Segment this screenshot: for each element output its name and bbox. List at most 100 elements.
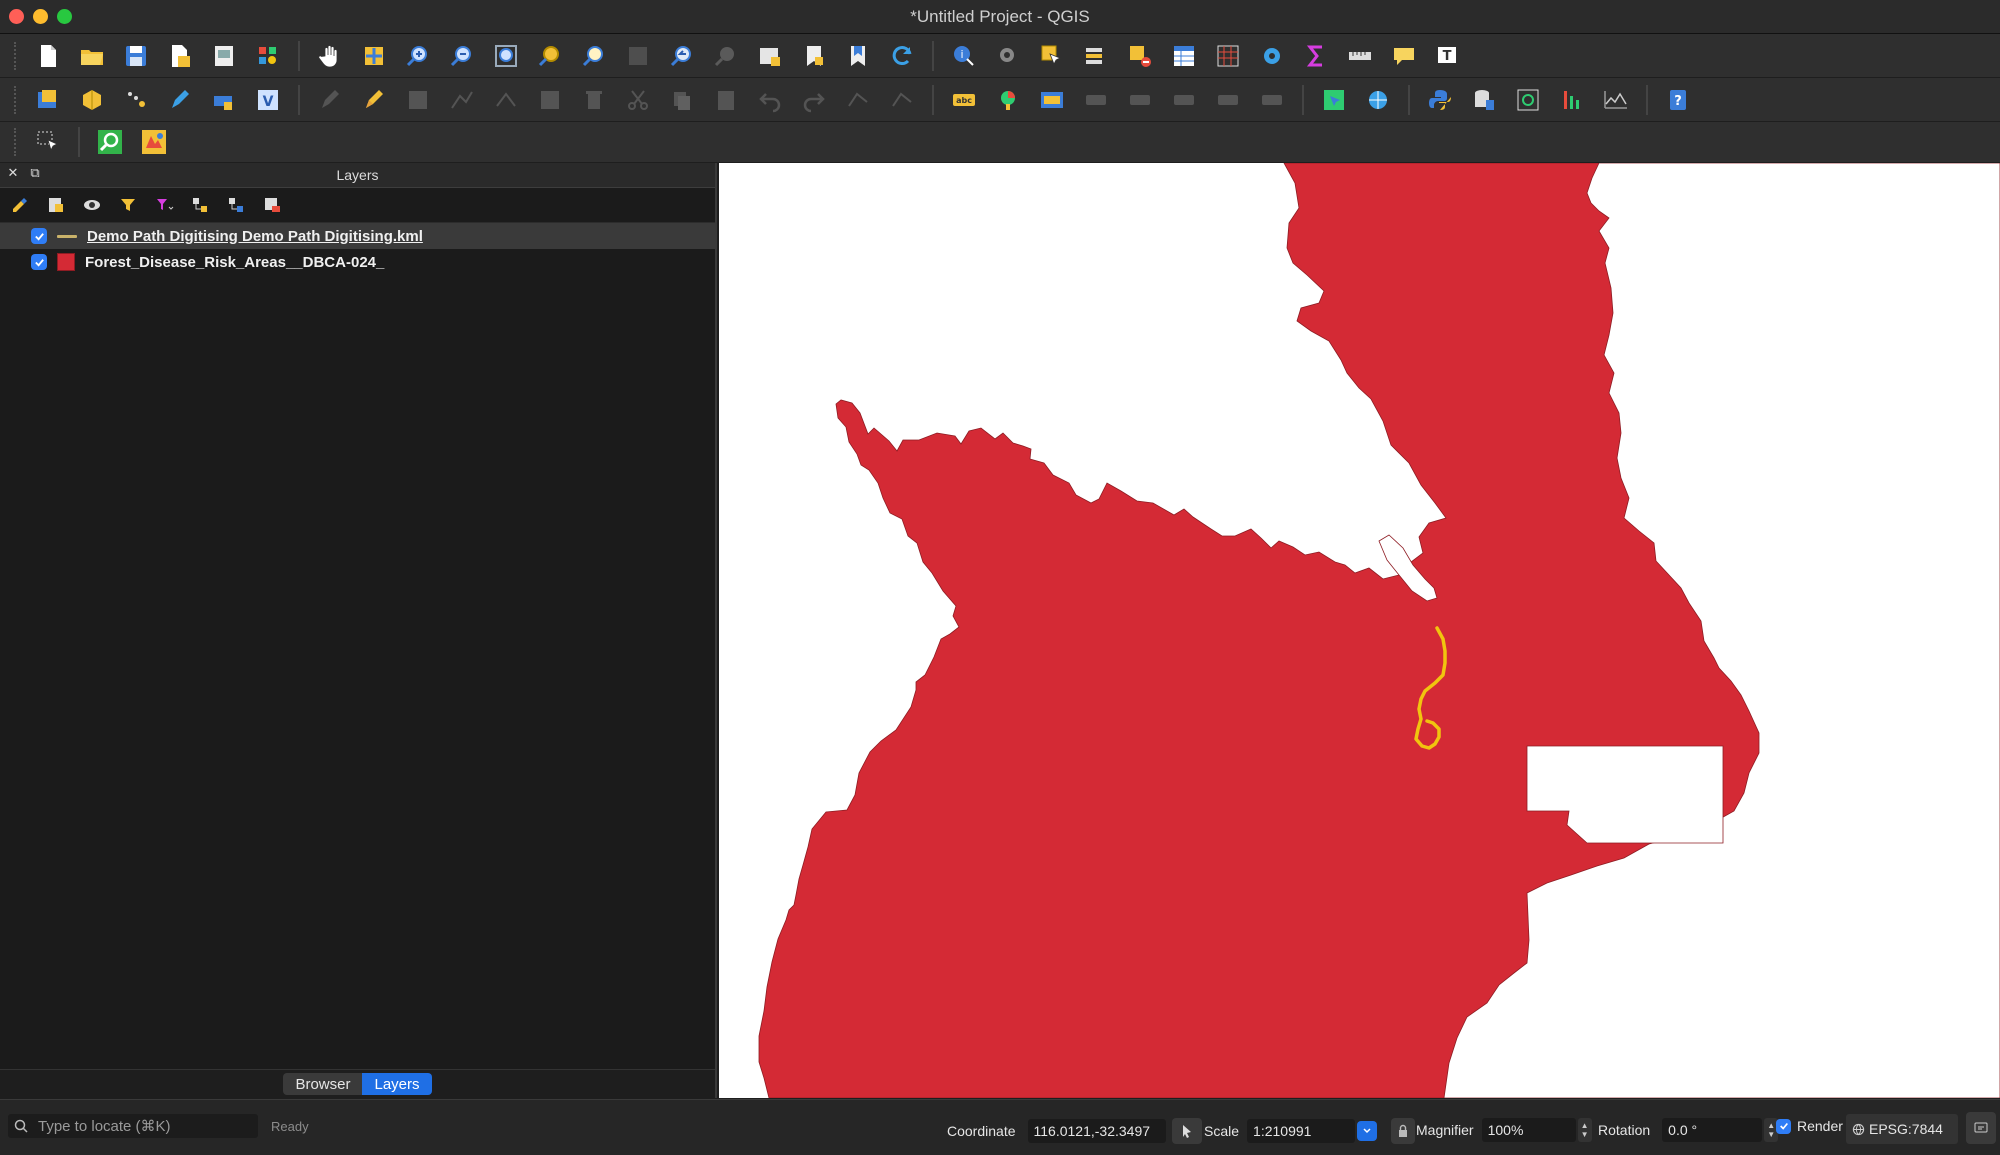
new-geopackage-button[interactable] (74, 82, 110, 118)
refresh-button[interactable] (884, 38, 920, 74)
select-by-value-button[interactable] (1078, 38, 1114, 74)
copy-features-button[interactable] (664, 82, 700, 118)
metasearch-button[interactable] (1360, 82, 1396, 118)
python-console-button[interactable] (1422, 82, 1458, 118)
layer-row-forest-disease[interactable]: Forest_Disease_Risk_Areas__DBCA-024_ (0, 249, 715, 275)
zoom-full-button[interactable] (488, 38, 524, 74)
close-window-button[interactable] (9, 9, 24, 24)
undo-button[interactable] (752, 82, 788, 118)
pan-to-selection-button[interactable] (356, 38, 392, 74)
zoom-to-selection-button[interactable] (532, 38, 568, 74)
print-layout-button[interactable] (206, 38, 242, 74)
render-checkbox[interactable] (1776, 1118, 1791, 1134)
open-project-button[interactable] (74, 38, 110, 74)
shape-digitizing-button[interactable] (884, 82, 920, 118)
digitize-with-segment-button[interactable] (162, 82, 198, 118)
crs-button[interactable]: EPSG:7844 (1846, 1114, 1958, 1144)
maximize-window-button[interactable] (57, 9, 72, 24)
new-bookmark-button[interactable] (796, 38, 832, 74)
cut-features-button[interactable] (620, 82, 656, 118)
new-temporary-layer-button[interactable] (118, 82, 154, 118)
collapse-all-button[interactable] (224, 193, 248, 217)
tab-layers[interactable]: Layers (362, 1073, 432, 1095)
scale-field[interactable]: 1:210991 (1247, 1119, 1356, 1143)
delete-selected-button[interactable] (576, 82, 612, 118)
statistical-summary-button[interactable] (1298, 38, 1334, 74)
virtual-layer-button[interactable]: V (250, 82, 286, 118)
tab-browser[interactable]: Browser (283, 1073, 363, 1095)
rotation-field[interactable]: 0.0 ° (1662, 1118, 1763, 1142)
layer-visibility-checkbox[interactable] (31, 228, 47, 244)
manage-map-themes-button[interactable] (80, 193, 104, 217)
quickmap-plugin-button[interactable] (136, 124, 172, 160)
pan-map-button[interactable] (312, 38, 348, 74)
open-layer-styling-button[interactable] (8, 193, 32, 217)
save-as-button[interactable] (162, 38, 198, 74)
messages-button[interactable] (1966, 1112, 1996, 1144)
layer-visibility-checkbox[interactable] (31, 254, 47, 270)
expand-all-button[interactable] (188, 193, 212, 217)
rotate-label-button[interactable] (1166, 82, 1202, 118)
pin-labels-button[interactable] (1034, 82, 1070, 118)
layer-row-demo-path[interactable]: Demo Path Digitising Demo Path Digitisin… (0, 223, 715, 249)
save-edits-button[interactable] (400, 82, 436, 118)
toggle-editing-button[interactable] (356, 82, 392, 118)
current-edits-button[interactable] (312, 82, 348, 118)
close-panel-icon[interactable]: ✕ (6, 165, 20, 180)
layer-diagram-button[interactable] (990, 82, 1026, 118)
profile-tool-button[interactable] (1598, 82, 1634, 118)
scale-dropdown-button[interactable] (1357, 1121, 1378, 1141)
locate-plugin-button[interactable] (92, 124, 128, 160)
lock-scale-button[interactable] (1391, 1118, 1416, 1144)
select-tool-button[interactable] (30, 124, 66, 160)
new-project-button[interactable] (30, 38, 66, 74)
help-button[interactable]: ? (1660, 82, 1696, 118)
vertex-tool-button[interactable] (488, 82, 524, 118)
zoom-out-button[interactable] (444, 38, 480, 74)
minimize-window-button[interactable] (33, 9, 48, 24)
remove-layer-button[interactable] (260, 193, 284, 217)
field-calculator-button[interactable] (1210, 38, 1246, 74)
elevation-profile-button[interactable] (1554, 82, 1590, 118)
magnifier-spinner[interactable]: ▲ ▼ (1577, 1118, 1592, 1142)
new-map-view-button[interactable] (752, 38, 788, 74)
measure-line-button[interactable] (1342, 38, 1378, 74)
move-label-button[interactable] (1122, 82, 1158, 118)
save-project-button[interactable] (118, 38, 154, 74)
zoom-to-layer-button[interactable] (576, 38, 612, 74)
modify-attributes-button[interactable] (532, 82, 568, 118)
show-bookmarks-button[interactable] (840, 38, 876, 74)
filter-legend-button[interactable] (116, 193, 140, 217)
processing-toolbox-button[interactable] (1254, 38, 1290, 74)
show-hide-labels-button[interactable] (1254, 82, 1290, 118)
run-action-button[interactable] (990, 38, 1026, 74)
deselect-all-button[interactable] (1122, 38, 1158, 74)
zoom-next-button[interactable] (708, 38, 744, 74)
layer-labeling-button[interactable]: abc (946, 82, 982, 118)
data-source-manager-button[interactable] (30, 82, 66, 118)
identify-features-button[interactable]: i (946, 38, 982, 74)
filter-by-expression-button[interactable] (152, 193, 176, 217)
float-panel-icon[interactable]: ⧉ (28, 165, 42, 180)
select-features-button[interactable] (1034, 38, 1070, 74)
georeferencer-button[interactable] (1316, 82, 1352, 118)
zoom-in-button[interactable] (400, 38, 436, 74)
zoom-native-button[interactable] (620, 38, 656, 74)
toggle-extents-button[interactable] (1171, 1118, 1202, 1144)
map-canvas[interactable] (719, 163, 2000, 1098)
coordinate-field[interactable]: 116.0121,-32.3497 (1027, 1119, 1166, 1143)
map-render[interactable] (719, 163, 2000, 1098)
digitize-line-button[interactable] (444, 82, 480, 118)
map-tips-button[interactable] (1386, 38, 1422, 74)
zoom-last-button[interactable] (664, 38, 700, 74)
locator-search-input[interactable] (36, 1116, 250, 1136)
locator-search-button[interactable] (1510, 82, 1546, 118)
new-memory-layer-button[interactable] (206, 82, 242, 118)
add-group-button[interactable] (44, 193, 68, 217)
redo-button[interactable] (796, 82, 832, 118)
change-label-button[interactable] (1210, 82, 1246, 118)
text-annotation-button[interactable]: T (1430, 38, 1466, 74)
attribute-table-button[interactable] (1166, 38, 1202, 74)
advanced-digitizing-button[interactable] (840, 82, 876, 118)
db-manager-button[interactable] (1466, 82, 1502, 118)
